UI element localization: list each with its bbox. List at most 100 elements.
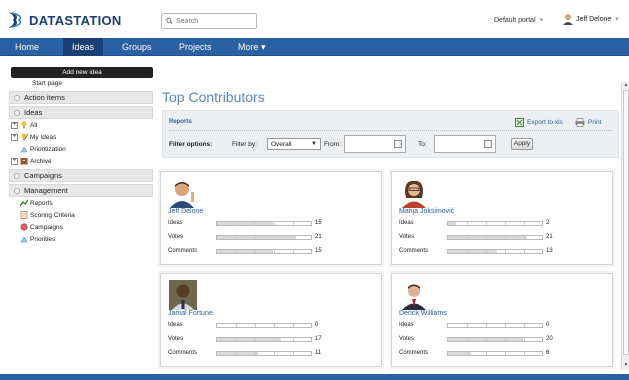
contributor-name[interactable]: Jamal Fortune: [168, 310, 213, 317]
search-box[interactable]: [161, 13, 257, 29]
scroll-down-icon[interactable]: ▼: [623, 362, 629, 369]
search-input[interactable]: [176, 17, 256, 25]
stat-bar-tick: [236, 222, 237, 225]
sidebar-item-archive[interactable]: + Archive: [9, 155, 153, 167]
prioritization-icon: [20, 146, 28, 153]
scroll-up-icon[interactable]: ▲: [623, 82, 629, 89]
chevron-down-icon: ▾: [615, 16, 619, 23]
stat-bar-tick: [486, 324, 487, 327]
main-nav: Home Ideas Groups Projects More ▾: [0, 38, 629, 56]
print-button[interactable]: Print: [575, 118, 601, 127]
filter-panel: Reports Export to xls Print Filter optio…: [162, 110, 619, 158]
stat-value: 15: [315, 220, 322, 226]
stat-bar-tick: [505, 250, 506, 253]
apply-button[interactable]: Apply: [511, 138, 533, 150]
to-date-input[interactable]: [434, 135, 496, 153]
expand-icon[interactable]: +: [11, 133, 18, 141]
stat-ideas: Ideas 15: [168, 219, 378, 229]
stat-bar-fill: [217, 352, 259, 355]
stat-bar-tick: [255, 250, 256, 253]
page-scrollbar[interactable]: ▲ ▼: [621, 82, 629, 370]
expand-icon[interactable]: +: [11, 157, 18, 165]
stat-comments: Comments 6: [399, 349, 609, 359]
nav-ideas[interactable]: Ideas: [63, 38, 104, 56]
filter-by-label: Filter by:: [232, 141, 257, 148]
start-page-link[interactable]: Start page: [9, 78, 153, 89]
sidebar-item-prioritization[interactable]: Prioritization: [9, 143, 153, 155]
nav-more[interactable]: More ▾: [229, 38, 275, 56]
brand-logo[interactable]: DATASTATION: [6, 10, 122, 30]
stat-bar-tick: [505, 324, 506, 327]
sidebar-item-scoring-criteria[interactable]: Scoring Criteria: [9, 209, 153, 221]
stat-bar-tick: [236, 352, 237, 355]
stat-bar-tick: [524, 324, 525, 327]
chevron-down-icon: ▾: [539, 17, 544, 24]
sidebar-item-campaigns[interactable]: Campaigns: [9, 221, 153, 233]
user-menu[interactable]: Jeff Delone ▾: [563, 13, 619, 25]
reports-breadcrumb[interactable]: Reports: [169, 119, 192, 125]
section-ideas[interactable]: Ideas: [9, 106, 153, 119]
add-idea-button[interactable]: Add new idea: [11, 67, 153, 78]
print-label: Print: [588, 119, 602, 126]
calendar-icon[interactable]: [484, 140, 492, 148]
sidebar-item-label: Priorities: [30, 235, 56, 243]
priorities-icon: [20, 236, 28, 243]
section-label: Action items: [24, 92, 65, 102]
calendar-icon[interactable]: [394, 140, 402, 148]
footer-bar: [0, 374, 629, 380]
sidebar-item-reports[interactable]: Reports: [9, 197, 153, 209]
avatar[interactable]: [169, 280, 197, 310]
main-content: Top Contributors Reports Export to xls P…: [159, 64, 621, 370]
avatar[interactable]: [169, 178, 197, 208]
export-xls-button[interactable]: Export to xls: [515, 118, 563, 127]
nav-projects[interactable]: Projects: [170, 38, 221, 56]
campaigns-icon: [20, 223, 28, 231]
stat-bar-tick: [486, 250, 487, 253]
filter-by-select[interactable]: Overall ▼: [267, 138, 321, 150]
stat-votes: Votes 17: [168, 335, 378, 345]
search-icon: [166, 17, 173, 25]
stat-bar-tick: [274, 352, 275, 355]
stat-bar-fill: [448, 222, 456, 225]
stat-bar: [216, 249, 312, 254]
stat-bar-tick: [274, 236, 275, 239]
bullet-icon: [14, 94, 20, 101]
lightbulb-icon: [21, 133, 28, 141]
sidebar-item-priorities[interactable]: Priorities: [9, 233, 153, 245]
nav-groups[interactable]: Groups: [113, 38, 161, 56]
chevron-down-icon: ▼: [311, 141, 317, 147]
scroll-thumb[interactable]: [623, 90, 629, 355]
contributor-name[interactable]: Marija Joksimović: [399, 208, 454, 215]
portal-selector[interactable]: Default portal ▾: [494, 16, 543, 24]
excel-icon: [515, 118, 524, 127]
contributor-name[interactable]: Jeff Delone: [168, 208, 203, 215]
stat-label: Votes: [168, 234, 184, 240]
reports-icon: [20, 199, 28, 207]
stat-bar-tick: [467, 222, 468, 225]
stat-comments: Comments 15: [168, 247, 378, 257]
stat-bar-tick: [274, 338, 275, 341]
stat-bar-tick: [236, 324, 237, 327]
sidebar-item-all[interactable]: + All: [9, 119, 153, 131]
expand-icon[interactable]: +: [11, 121, 18, 129]
section-campaigns[interactable]: Campaigns: [9, 169, 153, 182]
stat-bar-tick: [236, 338, 237, 341]
stat-comments: Comments 11: [168, 349, 378, 359]
stat-bar-tick: [486, 338, 487, 341]
stat-bar-tick: [524, 222, 525, 225]
contributor-name[interactable]: Derick Williams: [399, 310, 447, 317]
stat-bar-tick: [467, 338, 468, 341]
sidebar-item-my-ideas[interactable]: + My Ideas: [9, 131, 153, 143]
stat-bar-tick: [293, 352, 294, 355]
sidebar-item-label: Archive: [30, 157, 52, 165]
stat-value: 13: [546, 248, 553, 254]
stat-bar-tick: [293, 222, 294, 225]
section-management[interactable]: Management: [9, 184, 153, 197]
stat-bar-tick: [293, 250, 294, 253]
avatar[interactable]: [400, 178, 428, 208]
stat-bar-tick: [293, 324, 294, 327]
from-date-input[interactable]: [344, 135, 406, 153]
avatar[interactable]: [400, 280, 428, 310]
nav-home[interactable]: Home: [6, 38, 48, 56]
section-action-items[interactable]: Action items: [9, 91, 153, 104]
